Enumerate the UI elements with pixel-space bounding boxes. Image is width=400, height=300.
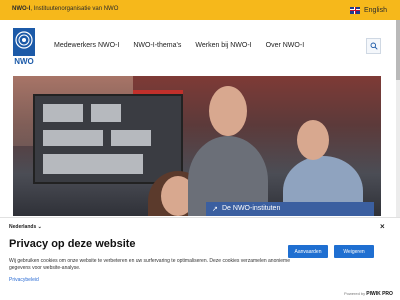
- search-button[interactable]: [366, 38, 381, 54]
- institutes-link-label: De NWO-instituten: [222, 205, 281, 212]
- arrow-icon: ↗: [212, 206, 218, 213]
- main-navigation: Medewerkers NWO-I NWO-I-thema's Werken b…: [54, 42, 304, 49]
- uk-flag-icon: [350, 6, 360, 14]
- nav-item-themas[interactable]: NWO-I-thema's: [133, 42, 181, 49]
- cookie-language-select[interactable]: Nederlands ⌄: [9, 224, 42, 230]
- close-icon[interactable]: ×: [380, 222, 385, 231]
- logo-text: NWO: [14, 57, 34, 66]
- site-header: NWO Medewerkers NWO-I NWO-I-thema's Werk…: [0, 20, 400, 74]
- nav-item-medewerkers[interactable]: Medewerkers NWO-I: [54, 42, 119, 49]
- powered-by-label: Powered by: [344, 291, 366, 296]
- institutes-link[interactable]: ↗ De NWO-instituten: [206, 202, 374, 216]
- nwo-logo[interactable]: NWO: [13, 28, 35, 66]
- cookie-title: Privacy op deze website: [9, 238, 136, 250]
- language-switch-label: English: [364, 6, 387, 14]
- organization-label: NWO-I, Instituutenorganisatie van NWO: [12, 6, 118, 12]
- nav-item-over[interactable]: Over NWO-I: [266, 42, 305, 49]
- reject-button[interactable]: Weigeren: [334, 245, 374, 258]
- privacy-policy-link[interactable]: Privacybeleid: [9, 277, 39, 283]
- page: NWO-I, Instituutenorganisatie van NWO En…: [0, 0, 400, 300]
- hero-image: [13, 76, 381, 216]
- language-switch[interactable]: English: [350, 4, 387, 16]
- search-icon: [370, 42, 378, 50]
- org-description: , Instituutenorganisatie van NWO: [30, 6, 119, 12]
- chevron-down-icon: ⌄: [37, 224, 42, 230]
- cookie-banner: Nederlands ⌄ × Privacy op deze website W…: [0, 217, 400, 300]
- cookie-description: Wij gebruiken cookies om onze website te…: [9, 258, 290, 271]
- page-scrollbar[interactable]: [396, 20, 400, 217]
- top-bar: NWO-I, Instituutenorganisatie van NWO En…: [0, 0, 400, 20]
- org-name: NWO-I: [12, 6, 31, 12]
- piwik-pro-logo: PIWIK PRO: [366, 291, 393, 297]
- powered-by: Powered by PIWIK PRO: [344, 291, 393, 297]
- accept-button[interactable]: Aanvaarden: [288, 245, 328, 258]
- cookie-language-label: Nederlands: [9, 224, 37, 230]
- nav-item-werken-bij[interactable]: Werken bij NWO-I: [195, 42, 251, 49]
